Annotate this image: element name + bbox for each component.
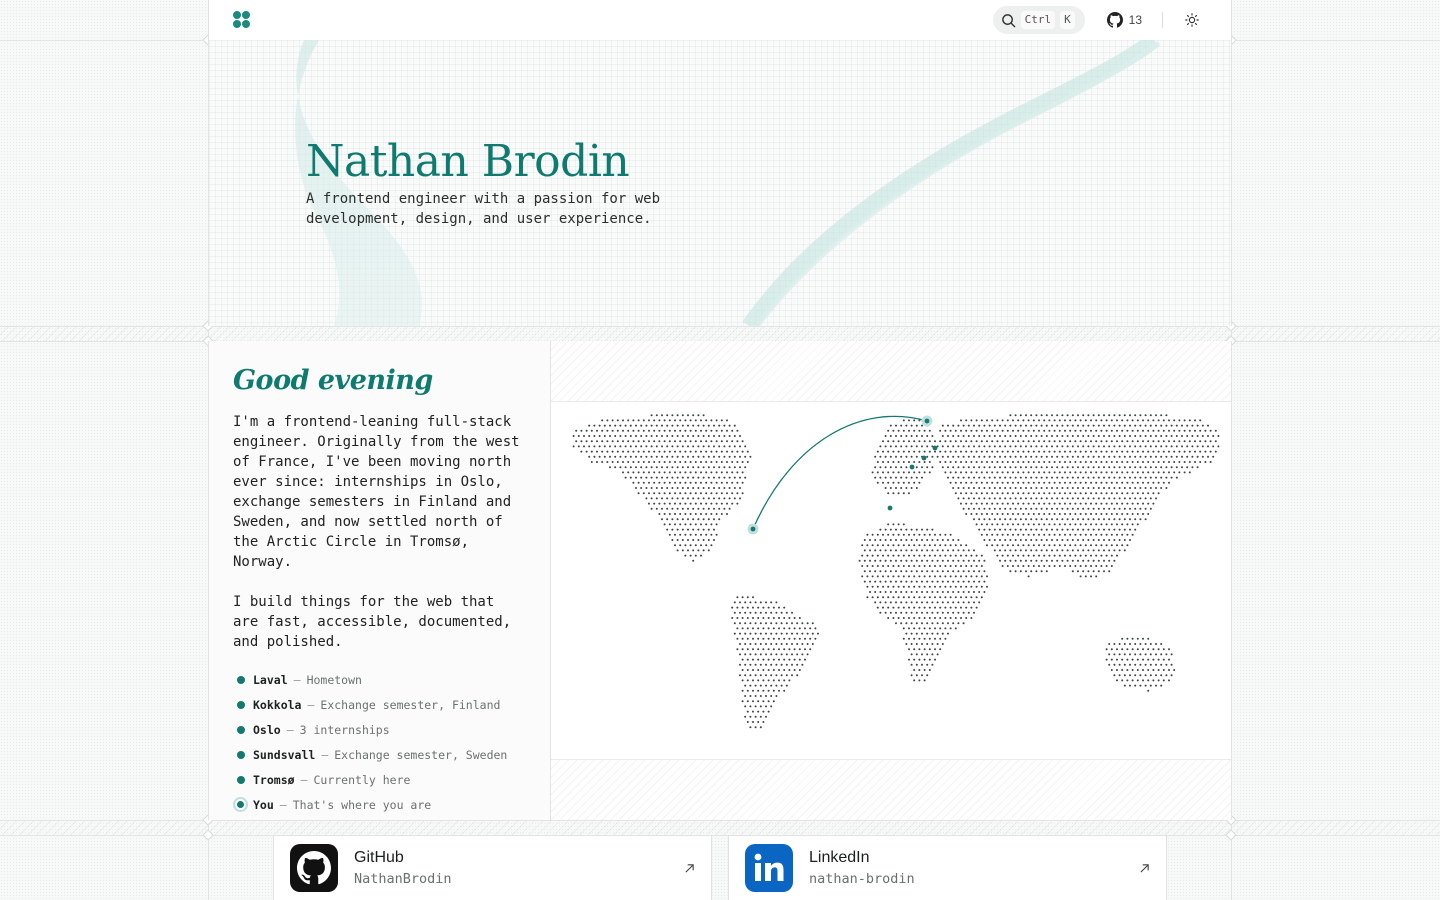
marker-oslo[interactable] xyxy=(909,464,915,470)
place-item-tromso[interactable]: Tromsø — Currently here xyxy=(233,767,526,792)
grid-line xyxy=(0,820,1440,821)
separator: — xyxy=(286,722,294,737)
place-desc: Exchange semester, Finland xyxy=(320,697,501,712)
place-desc: Currently here xyxy=(313,772,411,787)
place-dot-icon xyxy=(237,775,245,784)
bio-paragraph: I'm a frontend-leaning full-stack engine… xyxy=(233,414,520,570)
place-name: Oslo xyxy=(253,722,281,737)
theme-toggle-button[interactable] xyxy=(1177,5,1207,35)
external-arrow-icon xyxy=(1140,863,1149,873)
place-item-you[interactable]: You — That's where you are xyxy=(233,792,526,817)
linkedin-card[interactable]: LinkedIn nathan-brodin xyxy=(728,835,1167,900)
hero-section: Nathan Brodin A frontend engineer with a… xyxy=(208,40,1232,326)
header-actions: Ctrl K 13 xyxy=(992,5,1207,35)
world-map xyxy=(551,402,1231,758)
place-dot-icon xyxy=(237,725,245,734)
site-header: Ctrl K 13 xyxy=(208,0,1232,40)
section-divider xyxy=(0,326,1440,341)
github-card-handle: NathanBrodin xyxy=(354,871,452,887)
section-divider xyxy=(0,820,1440,835)
place-item-kokkola[interactable]: Kokkola — Exchange semester, Finland xyxy=(233,692,526,717)
map-panel xyxy=(551,341,1231,820)
linkedin-icon xyxy=(745,844,793,892)
place-dot-icon xyxy=(237,700,245,709)
bio-paragraph: I build things for the web that are fast… xyxy=(233,594,512,650)
linkedin-card-text: LinkedIn nathan-brodin xyxy=(809,849,915,887)
separator: — xyxy=(300,772,308,787)
you-dot-icon xyxy=(235,799,246,810)
marker-you[interactable] xyxy=(750,526,756,532)
sun-icon xyxy=(1185,13,1199,27)
place-dot-icon xyxy=(237,750,245,759)
shortcut-key-k: K xyxy=(1060,11,1075,29)
place-item-oslo[interactable]: Oslo — 3 internships xyxy=(233,717,526,742)
github-card-text: GitHub NathanBrodin xyxy=(354,849,452,887)
shortcut-key-ctrl: Ctrl xyxy=(1020,11,1056,29)
place-desc: Exchange semester, Sweden xyxy=(334,747,508,762)
github-icon xyxy=(1106,12,1123,28)
place-name: Tromsø xyxy=(253,772,295,787)
place-dot-icon xyxy=(237,675,245,684)
place-name: You xyxy=(253,797,274,812)
search-button[interactable]: Ctrl K xyxy=(992,6,1085,34)
github-card-title: GitHub xyxy=(354,849,404,866)
site-logo-icon[interactable] xyxy=(233,11,251,29)
place-desc: Hometown xyxy=(306,672,362,687)
place-name: Laval xyxy=(253,672,288,687)
linkedin-card-title: LinkedIn xyxy=(809,849,870,866)
place-name: Kokkola xyxy=(253,697,302,712)
github-star-count: 13 xyxy=(1128,13,1142,27)
github-icon xyxy=(290,844,338,892)
place-item-laval[interactable]: Laval — Hometown xyxy=(233,667,526,692)
about-text-panel: Good evening I'm a frontend-leaning full… xyxy=(209,341,551,820)
place-name: Sundsvall xyxy=(253,747,316,762)
hero-name: Nathan Brodin xyxy=(306,136,630,187)
linkedin-card-handle: nathan-brodin xyxy=(809,871,915,887)
separator: — xyxy=(279,797,287,812)
github-stars-link[interactable]: 13 xyxy=(1095,12,1152,28)
place-desc: 3 internships xyxy=(299,722,390,737)
separator: — xyxy=(321,747,329,762)
grid-line xyxy=(0,326,1440,327)
dotted-world-map xyxy=(572,414,1220,729)
github-card[interactable]: GitHub NathanBrodin xyxy=(273,835,712,900)
travel-arc xyxy=(752,415,928,530)
marker-tromso[interactable] xyxy=(924,418,930,424)
place-desc: That's where you are xyxy=(292,797,432,812)
marker-kokkola[interactable] xyxy=(932,445,938,451)
hero-tagline: A frontend engineer with a passion for w… xyxy=(306,191,661,227)
map-top-band xyxy=(551,341,1231,402)
places-list: Laval — Hometown Kokkola — Exchange semester… xyxy=(233,667,526,817)
marker-sundsvall[interactable] xyxy=(921,455,927,461)
greeting-heading: Good evening xyxy=(233,365,433,396)
place-item-sundsvall[interactable]: Sundsvall — Exchange semester, Sweden xyxy=(233,742,526,767)
map-land-dots xyxy=(572,414,1220,729)
map-bottom-band xyxy=(551,759,1231,820)
header-divider xyxy=(1162,12,1163,28)
separator: — xyxy=(293,672,301,687)
marker-laval[interactable] xyxy=(887,505,893,511)
about-section: Good evening I'm a frontend-leaning full… xyxy=(208,341,1232,820)
external-arrow-icon xyxy=(685,863,694,873)
search-icon xyxy=(1001,13,1015,27)
separator: — xyxy=(307,697,315,712)
grid-line xyxy=(0,835,1440,836)
